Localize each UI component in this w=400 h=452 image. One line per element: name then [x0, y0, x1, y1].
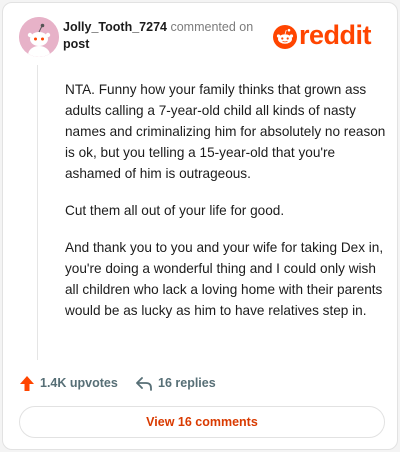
upvote-count: 1.4K upvotes — [40, 376, 118, 390]
upvote-button[interactable]: 1.4K upvotes — [19, 373, 118, 393]
action-text: commented on — [170, 20, 254, 34]
comment-body: NTA. Funny how your family thinks that g… — [65, 79, 387, 337]
comment-actions: 1.4K upvotes 16 replies — [19, 373, 379, 393]
reply-button[interactable]: 16 replies — [135, 373, 216, 393]
upvote-arrow-icon — [20, 375, 34, 391]
comment-paragraph: Cut them all out of your life for good. — [65, 203, 285, 218]
snoo-avatar-icon — [19, 17, 59, 57]
comment-paragraph: And thank you to you and your wife for t… — [65, 240, 384, 318]
comment-header: Jolly_Tooth_7274 commented on post reddi… — [19, 17, 381, 57]
view-comments-button[interactable]: View 16 comments — [19, 406, 385, 438]
reddit-wordmark: reddit — [299, 20, 372, 50]
username[interactable]: Jolly_Tooth_7274 — [63, 20, 167, 34]
comment-card: Jolly_Tooth_7274 commented on post reddi… — [2, 2, 398, 450]
reply-arrow-icon — [136, 377, 152, 391]
reddit-snoo-logo-icon — [273, 25, 297, 49]
comment-paragraph: NTA. Funny how your family thinks that g… — [65, 82, 386, 181]
reddit-logo[interactable]: reddit — [273, 20, 381, 51]
thread-line — [37, 65, 38, 360]
post-link[interactable]: post — [63, 36, 263, 53]
user-avatar[interactable] — [19, 17, 59, 57]
reply-count: 16 replies — [158, 376, 216, 390]
comment-meta: Jolly_Tooth_7274 commented on post — [63, 19, 263, 53]
